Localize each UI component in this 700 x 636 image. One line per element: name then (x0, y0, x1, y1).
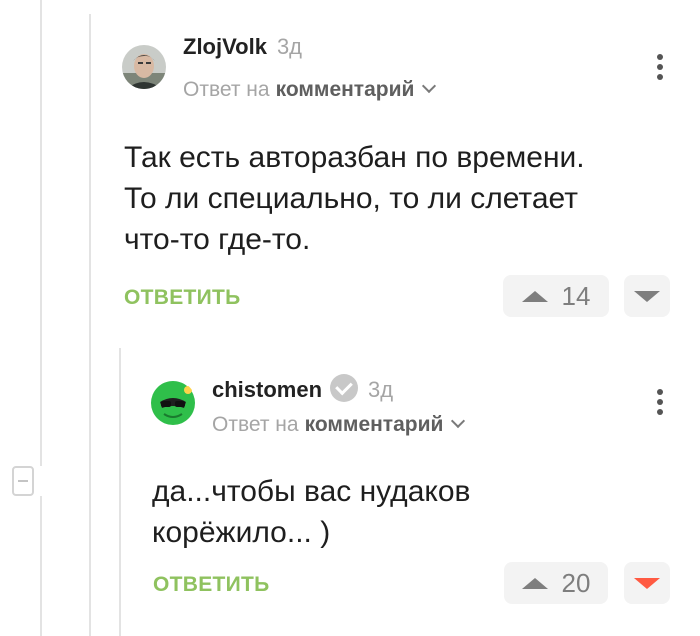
comment-text-line: да...чтобы вас нудаков (152, 475, 471, 508)
comment-time: 3д (368, 377, 394, 402)
downvote-arrow-icon (634, 577, 660, 589)
verified-check-icon (330, 374, 359, 402)
comment-text-line: корёжило... ) (152, 516, 331, 549)
reply-to-line[interactable]: Ответ на комментарий (212, 413, 466, 437)
upvote-button[interactable]: 20 (504, 562, 608, 604)
avatar[interactable] (150, 380, 196, 426)
chevron-down-icon[interactable] (451, 413, 466, 429)
rating-count: 20 (561, 567, 591, 598)
reply-target-link[interactable]: комментарий (305, 413, 444, 437)
reply-button[interactable]: ОТВЕТИТЬ (153, 573, 270, 597)
downvote-button[interactable] (624, 562, 670, 604)
comment-text: да...чтобы вас нудаков корёжило... ) (152, 471, 470, 553)
upvote-arrow-icon (521, 577, 548, 589)
author-name[interactable]: chistomen (212, 377, 322, 403)
reply-prefix: Ответ на (212, 413, 299, 436)
more-vertical-icon[interactable] (655, 389, 665, 415)
comment-chistomen: chistomen 3д Ответ на комментарий да...ч… (0, 0, 700, 636)
author-line: chistomen 3д (212, 369, 393, 403)
